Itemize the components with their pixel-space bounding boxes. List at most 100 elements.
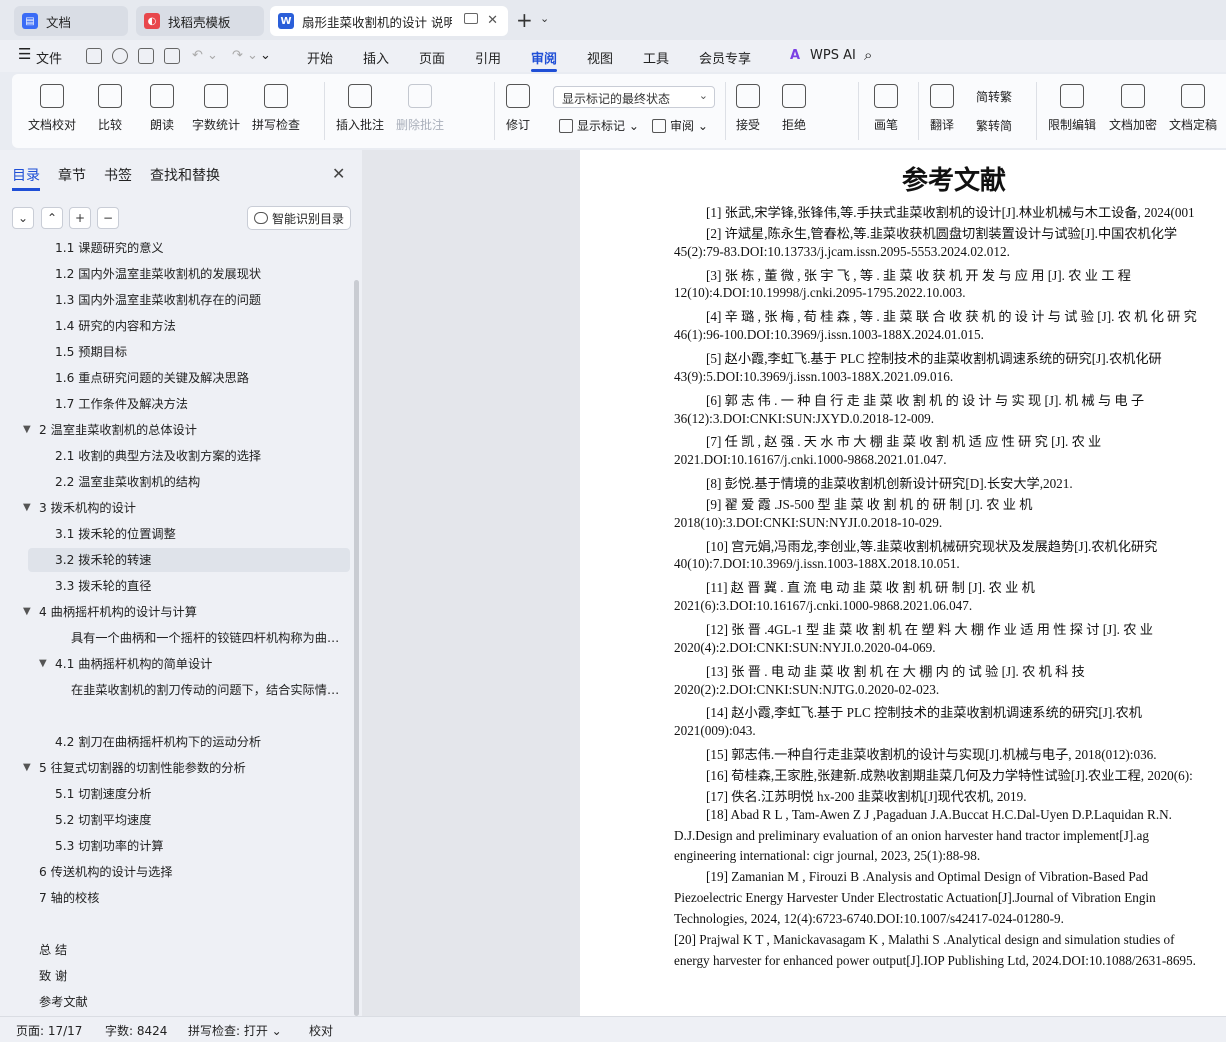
- toc-item[interactable]: [71, 704, 340, 728]
- reject-button[interactable]: 拒绝: [782, 84, 806, 133]
- toc-item[interactable]: 5.1 切割速度分析: [55, 782, 340, 806]
- review-pane-button[interactable]: 审阅 ⌄: [652, 117, 708, 134]
- search-icon[interactable]: ⌕: [864, 46, 872, 64]
- accept-button[interactable]: 接受: [736, 84, 760, 133]
- spell-check-icon: [264, 84, 288, 108]
- toc-item[interactable]: 在韭菜收割机的割刀传动的问题下，结合实际情况与所学知识: [71, 678, 340, 702]
- hamburger-icon[interactable]: ☰: [18, 45, 31, 63]
- spell-check-button[interactable]: 拼写检查: [252, 84, 300, 133]
- page-indicator[interactable]: 页面: 17/17: [16, 1022, 82, 1039]
- close-icon[interactable]: ✕: [332, 164, 345, 183]
- toc-item[interactable]: 总 结: [39, 938, 340, 962]
- tab-find-replace[interactable]: 查找和替换: [150, 165, 220, 185]
- tab-toc[interactable]: 目录: [12, 165, 40, 185]
- doc-check-button[interactable]: 文档校对: [28, 84, 76, 133]
- menu-tools[interactable]: 工具: [643, 48, 669, 67]
- toc-item[interactable]: 5.2 切割平均速度: [55, 808, 340, 832]
- trad-convert-button[interactable]: 简转繁: [976, 88, 1012, 105]
- toc-item[interactable]: 5 往复式切割器的切割性能参数的分析: [39, 756, 340, 780]
- undo-icon[interactable]: ↶ ⌄: [192, 48, 218, 63]
- toc-item[interactable]: 1.7 工作条件及解决方法: [55, 392, 340, 416]
- toc-item[interactable]: 5.3 切割功率的计算: [55, 834, 340, 858]
- doc-final-button[interactable]: 文档定稿: [1169, 84, 1217, 133]
- monitor-icon[interactable]: [464, 13, 478, 24]
- toc-item[interactable]: 4.2 割刀在曲柄摇杆机构下的运动分析: [55, 730, 340, 754]
- translate-label: 翻译: [930, 118, 955, 132]
- toc-item[interactable]: 参考文献: [39, 990, 340, 1014]
- print-icon[interactable]: [138, 48, 154, 64]
- toc-item[interactable]: 3.3 拨禾轮的直径: [55, 574, 340, 598]
- expand-arrow-icon[interactable]: ▼: [23, 762, 31, 773]
- expand-all-button[interactable]: ⌃: [41, 207, 63, 229]
- close-icon[interactable]: ✕: [487, 13, 498, 28]
- toc-item[interactable]: 2 温室韭菜收割机的总体设计: [39, 418, 340, 442]
- toc-item[interactable]: 3.2 拨禾轮的转速: [28, 548, 350, 572]
- word-count-button[interactable]: 字数统计: [192, 84, 240, 133]
- toc-scrollbar[interactable]: [354, 280, 359, 1016]
- smart-toc-button[interactable]: 智能识别目录: [247, 206, 351, 230]
- expand-arrow-icon[interactable]: ▼: [23, 424, 31, 435]
- toc-item[interactable]: [39, 912, 340, 936]
- menu-member[interactable]: 会员专享: [699, 48, 751, 67]
- tab-docs[interactable]: ▤ 文档: [14, 6, 128, 36]
- menu-view[interactable]: 视图: [587, 48, 613, 67]
- redo-icon[interactable]: ↷ ⌄: [232, 48, 258, 63]
- menu-insert[interactable]: 插入: [363, 48, 389, 67]
- toc-item[interactable]: 1.6 重点研究问题的关键及解决思路: [55, 366, 340, 390]
- toc-item[interactable]: 7 轴的校核: [39, 886, 340, 910]
- expand-arrow-icon[interactable]: ▼: [23, 606, 31, 617]
- new-tab-icon[interactable]: +: [516, 8, 533, 32]
- print-preview-icon[interactable]: [164, 48, 180, 64]
- delete-comment-button[interactable]: 删除批注: [396, 84, 444, 133]
- remove-heading-button[interactable]: −: [97, 207, 119, 229]
- simp-convert-button[interactable]: 繁转简: [976, 117, 1012, 134]
- document-page[interactable]: 参考文献 [1] 张武,宋学锋,张锋伟,等.手扶式韭菜收割机的设计[J].林业机…: [580, 150, 1226, 1016]
- export-icon[interactable]: [112, 48, 128, 64]
- menu-page[interactable]: 页面: [419, 48, 445, 67]
- more-chevron-icon[interactable]: ⌄: [260, 48, 271, 63]
- toc-item[interactable]: 4.1 曲柄摇杆机构的简单设计: [55, 652, 340, 676]
- add-heading-button[interactable]: +: [69, 207, 91, 229]
- toc-item[interactable]: 1.4 研究的内容和方法: [55, 314, 340, 338]
- menu-references[interactable]: 引用: [475, 48, 501, 67]
- toc-item[interactable]: 3.1 拨禾轮的位置调整: [55, 522, 340, 546]
- toc-item[interactable]: 2.2 温室韭菜收割机的结构: [55, 470, 340, 494]
- compare-button[interactable]: 比较: [98, 84, 122, 133]
- expand-arrow-icon[interactable]: ▼: [39, 658, 47, 669]
- insert-comment-button[interactable]: 插入批注: [336, 84, 384, 133]
- chevron-down-icon[interactable]: ⌄: [540, 12, 549, 25]
- collapse-all-button[interactable]: ⌄: [12, 207, 34, 229]
- revise-button[interactable]: 修订: [506, 84, 530, 133]
- read-aloud-button[interactable]: 朗读: [150, 84, 174, 133]
- menu-home[interactable]: 开始: [307, 48, 333, 67]
- show-marks-button[interactable]: 显示标记 ⌄: [559, 117, 639, 134]
- save-icon[interactable]: [86, 48, 102, 64]
- tab-docer-templates[interactable]: ◐ 找稻壳模板: [136, 6, 264, 36]
- toc-item[interactable]: 1.1 课题研究的意义: [55, 242, 340, 260]
- tab-bookmarks[interactable]: 书签: [104, 165, 132, 185]
- toc-item[interactable]: 2.1 收割的典型方法及收割方案的选择: [55, 444, 340, 468]
- menu-review[interactable]: 审阅: [531, 48, 557, 67]
- spell-check-status[interactable]: 拼写检查: 打开 ⌄: [188, 1022, 282, 1039]
- toc-item[interactable]: 1.5 预期目标: [55, 340, 340, 364]
- menu-file[interactable]: 文件: [36, 48, 62, 67]
- toc-item[interactable]: 致 谢: [39, 964, 340, 988]
- tab-current-document[interactable]: W 扇形韭菜收割机的设计 说明书 ✕: [270, 6, 508, 36]
- toc-item[interactable]: 3 拨禾机构的设计: [39, 496, 340, 520]
- toc-item[interactable]: 1.2 国内外温室韭菜收割机的发展现状: [55, 262, 340, 286]
- translate-button[interactable]: 翻译: [930, 84, 954, 133]
- markup-display-select[interactable]: 显示标记的最终状态 ⌄: [553, 86, 715, 108]
- toc-item[interactable]: 具有一个曲柄和一个摇杆的铰链四杆机构称为曲柄摇杆机构: [71, 626, 340, 650]
- expand-arrow-icon[interactable]: ▼: [23, 502, 31, 513]
- restrict-edit-button[interactable]: 限制编辑: [1048, 84, 1096, 133]
- menu-wps-ai[interactable]: WPS AI: [810, 48, 856, 63]
- toc-item[interactable]: 6 传送机构的设计与选择: [39, 860, 340, 884]
- toc-item[interactable]: 4 曲柄摇杆机构的设计与计算: [39, 600, 340, 624]
- tab-sections[interactable]: 章节: [58, 165, 86, 185]
- brush-button[interactable]: 画笔: [874, 84, 898, 133]
- word-count-indicator[interactable]: 字数: 8424: [105, 1022, 167, 1039]
- proofread-status[interactable]: 校对: [309, 1022, 333, 1039]
- toc-item[interactable]: 1.3 国内外温室韭菜收割机存在的问题: [55, 288, 340, 312]
- doc-encrypt-button[interactable]: 文档加密: [1109, 84, 1157, 133]
- restrict-edit-label: 限制编辑: [1048, 118, 1097, 132]
